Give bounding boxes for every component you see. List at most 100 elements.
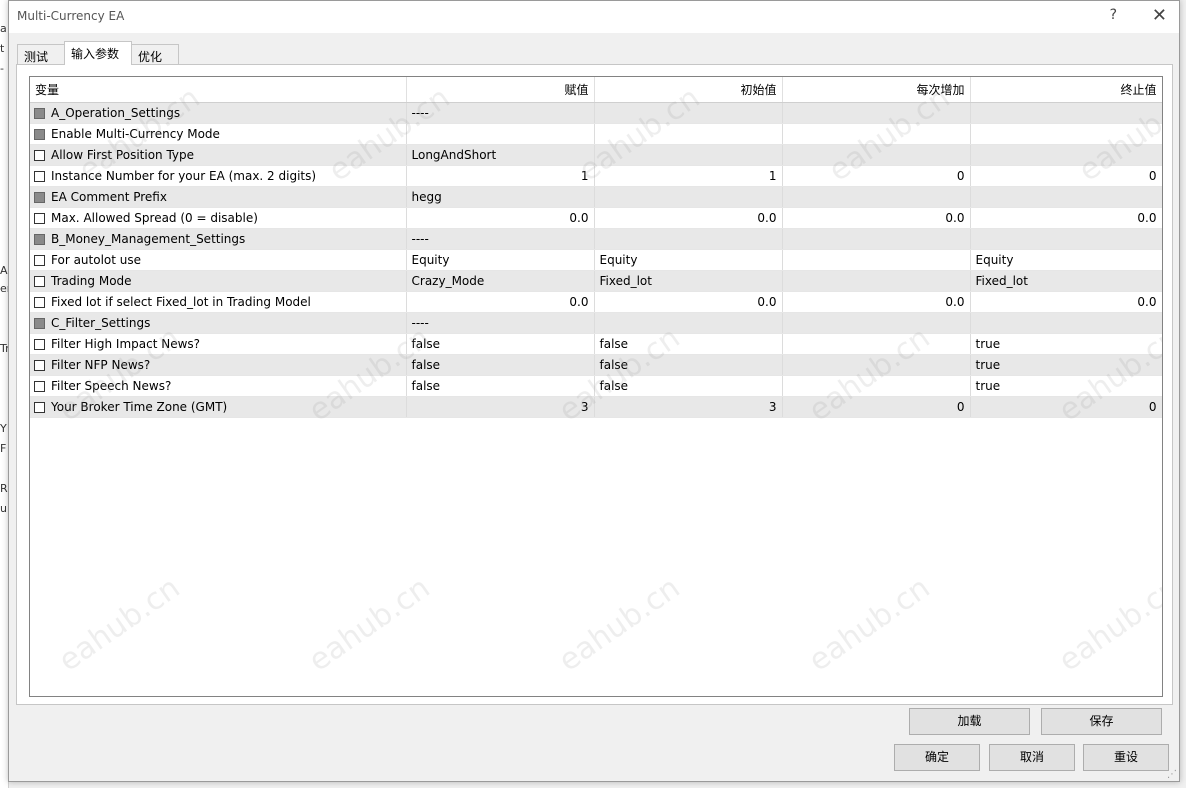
cell-step[interactable] <box>782 102 971 124</box>
cell-start[interactable] <box>594 144 783 166</box>
table-row[interactable]: For autolot use Equity Equity Equity <box>30 249 1162 271</box>
cell-value[interactable]: hegg <box>406 186 595 208</box>
cell-variable[interactable]: Fixed lot if select Fixed_lot in Trading… <box>30 291 407 313</box>
column-header-value[interactable]: 赋值 <box>406 77 595 103</box>
cell-start[interactable]: 3 <box>594 396 783 418</box>
cell-stop[interactable]: true <box>970 375 1162 397</box>
optimize-checkbox[interactable] <box>34 192 45 203</box>
load-button[interactable]: 加载 <box>909 708 1030 735</box>
cell-variable[interactable]: Max. Allowed Spread (0 = disable) <box>30 207 407 229</box>
cell-variable[interactable]: B_Money_Management_Settings <box>30 228 407 250</box>
help-icon[interactable]: ? <box>1110 7 1117 23</box>
cell-step[interactable]: 0 <box>782 396 971 418</box>
table-row[interactable]: Filter Speech News? false false true <box>30 375 1162 397</box>
cell-value[interactable]: Equity <box>406 249 595 271</box>
cell-start[interactable] <box>594 102 783 124</box>
cell-step[interactable] <box>782 249 971 271</box>
optimize-checkbox[interactable] <box>34 150 45 161</box>
cell-start[interactable]: false <box>594 333 783 355</box>
cell-stop[interactable]: true <box>970 333 1162 355</box>
close-icon[interactable]: ✕ <box>1152 5 1167 26</box>
optimize-checkbox[interactable] <box>34 129 45 140</box>
cell-start[interactable]: 0.0 <box>594 291 783 313</box>
column-header-step[interactable]: 每次增加 <box>782 77 971 103</box>
save-button[interactable]: 保存 <box>1041 708 1162 735</box>
column-header-variable[interactable]: 变量 <box>30 77 407 103</box>
cell-start[interactable]: false <box>594 375 783 397</box>
cell-step[interactable] <box>782 123 971 145</box>
optimize-checkbox[interactable] <box>34 213 45 224</box>
optimize-checkbox[interactable] <box>34 171 45 182</box>
cell-value[interactable]: Crazy_Mode <box>406 270 595 292</box>
cell-value[interactable]: ---- <box>406 102 595 124</box>
cell-value[interactable]: 0.0 <box>406 291 595 313</box>
cell-variable[interactable]: Filter Speech News? <box>30 375 407 397</box>
cell-start[interactable] <box>594 228 783 250</box>
cell-stop[interactable]: Equity <box>970 249 1162 271</box>
cell-stop[interactable] <box>970 228 1162 250</box>
ok-button[interactable]: 确定 <box>894 744 980 771</box>
tab-inputs[interactable]: 输入参数 <box>64 41 132 65</box>
optimize-checkbox[interactable] <box>34 360 45 371</box>
table-row[interactable]: EA Comment Prefix hegg <box>30 186 1162 208</box>
cell-start[interactable] <box>594 312 783 334</box>
cell-stop[interactable] <box>970 102 1162 124</box>
cell-stop[interactable] <box>970 312 1162 334</box>
table-row[interactable]: B_Money_Management_Settings ---- <box>30 228 1162 250</box>
cell-variable[interactable]: Allow First Position Type <box>30 144 407 166</box>
table-row[interactable]: Your Broker Time Zone (GMT) 3 3 0 0 <box>30 396 1162 418</box>
column-header-start[interactable]: 初始值 <box>594 77 783 103</box>
cell-value[interactable]: false <box>406 354 595 376</box>
cell-variable[interactable]: Filter High Impact News? <box>30 333 407 355</box>
table-row[interactable]: C_Filter_Settings ---- <box>30 312 1162 334</box>
cell-start[interactable]: Fixed_lot <box>594 270 783 292</box>
cell-value[interactable]: LongAndShort <box>406 144 595 166</box>
optimize-checkbox[interactable] <box>34 255 45 266</box>
cell-stop[interactable]: 0 <box>970 396 1162 418</box>
optimize-checkbox[interactable] <box>34 297 45 308</box>
cell-variable[interactable]: Enable Multi-Currency Mode <box>30 123 407 145</box>
cell-step[interactable] <box>782 186 971 208</box>
column-header-stop[interactable]: 终止值 <box>970 77 1162 103</box>
cell-variable[interactable]: Trading Mode <box>30 270 407 292</box>
cell-step[interactable]: 0 <box>782 165 971 187</box>
table-row[interactable]: Filter High Impact News? false false true <box>30 333 1162 355</box>
cell-step[interactable] <box>782 144 971 166</box>
cell-stop[interactable]: true <box>970 354 1162 376</box>
optimize-checkbox[interactable] <box>34 381 45 392</box>
cell-value[interactable]: false <box>406 375 595 397</box>
cell-start[interactable]: 1 <box>594 165 783 187</box>
cell-variable[interactable]: Filter NFP News? <box>30 354 407 376</box>
optimize-checkbox[interactable] <box>34 339 45 350</box>
cell-variable[interactable]: A_Operation_Settings <box>30 102 407 124</box>
cell-stop[interactable]: 0.0 <box>970 291 1162 313</box>
cell-start[interactable] <box>594 123 783 145</box>
cell-variable[interactable]: Your Broker Time Zone (GMT) <box>30 396 407 418</box>
cell-stop[interactable] <box>970 144 1162 166</box>
optimize-checkbox[interactable] <box>34 108 45 119</box>
cell-start[interactable] <box>594 186 783 208</box>
cell-value[interactable]: ---- <box>406 312 595 334</box>
optimize-checkbox[interactable] <box>34 234 45 245</box>
table-row[interactable]: Max. Allowed Spread (0 = disable) 0.0 0.0 0… <box>30 207 1162 229</box>
cell-stop[interactable] <box>970 123 1162 145</box>
table-row[interactable]: Enable Multi-Currency Mode <box>30 123 1162 145</box>
reset-button[interactable]: 重设 <box>1083 744 1169 771</box>
cancel-button[interactable]: 取消 <box>989 744 1075 771</box>
cell-value[interactable] <box>406 123 595 145</box>
optimize-checkbox[interactable] <box>34 276 45 287</box>
cell-variable[interactable]: For autolot use <box>30 249 407 271</box>
cell-step[interactable] <box>782 333 971 355</box>
table-row[interactable]: Allow First Position Type LongAndShort <box>30 144 1162 166</box>
cell-value[interactable]: ---- <box>406 228 595 250</box>
cell-start[interactable]: false <box>594 354 783 376</box>
table-row[interactable]: Instance Number for your EA (max. 2 digi… <box>30 165 1162 187</box>
table-row[interactable]: Fixed lot if select Fixed_lot in Trading… <box>30 291 1162 313</box>
cell-stop[interactable]: 0 <box>970 165 1162 187</box>
cell-step[interactable] <box>782 375 971 397</box>
cell-stop[interactable]: Fixed_lot <box>970 270 1162 292</box>
tab-test[interactable]: 测试 <box>17 44 65 64</box>
cell-value[interactable]: 0.0 <box>406 207 595 229</box>
cell-step[interactable] <box>782 312 971 334</box>
table-row[interactable]: A_Operation_Settings ---- <box>30 102 1162 124</box>
